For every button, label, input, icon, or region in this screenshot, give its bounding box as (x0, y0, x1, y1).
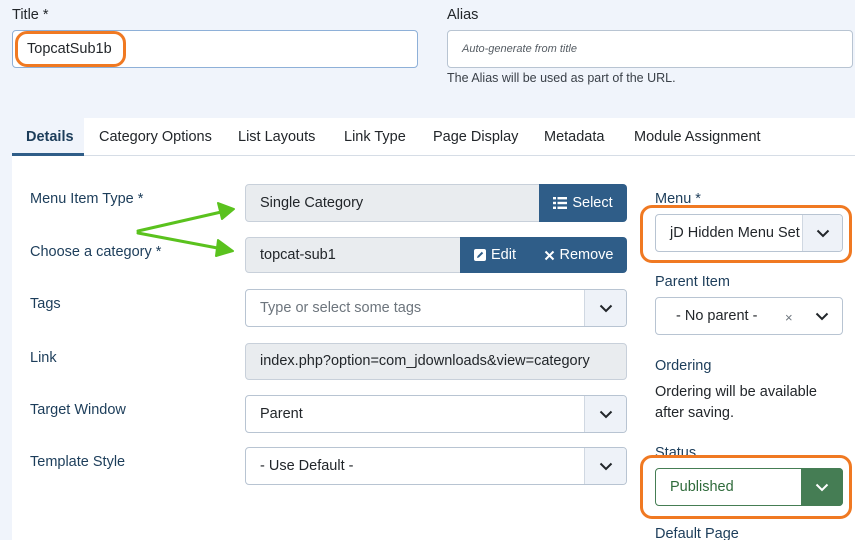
edit-icon (474, 249, 486, 261)
tab-page-display[interactable]: Page Display (433, 129, 518, 145)
category-actions: Edit Remove (460, 237, 627, 273)
status-highlight (640, 455, 852, 519)
list-icon (553, 197, 568, 209)
ordering-label: Ordering (655, 358, 712, 374)
category-field: topcat-sub1 (245, 237, 463, 273)
close-icon (544, 250, 555, 261)
target-window-label: Target Window (30, 402, 126, 418)
parent-item-select[interactable]: - No parent - × (655, 297, 843, 335)
alias-hint: The Alias will be used as part of the UR… (447, 71, 676, 85)
alias-input[interactable]: Auto-generate from title (447, 30, 853, 68)
ordering-note: Ordering will be available after saving. (655, 384, 817, 421)
alias-label: Alias (447, 7, 479, 23)
tab-link-type[interactable]: Link Type (344, 129, 406, 145)
link-label: Link (30, 350, 57, 366)
menu-item-type-label: Menu Item Type * (30, 191, 144, 207)
clear-icon[interactable]: × (785, 310, 793, 325)
template-style-select[interactable]: - Use Default - (245, 447, 627, 485)
tab-category-options[interactable]: Category Options (99, 129, 212, 145)
chevron-down-icon (584, 396, 626, 432)
tab-list-layouts[interactable]: List Layouts (238, 129, 315, 145)
tags-label: Tags (30, 296, 61, 312)
remove-button[interactable]: Remove (530, 247, 627, 263)
tab-metadata[interactable]: Metadata (544, 129, 604, 145)
title-label: Title * (12, 7, 49, 23)
chevron-down-icon (584, 290, 626, 326)
annotation-arrows (136, 202, 235, 257)
tab-module-assignment[interactable]: Module Assignment (634, 129, 761, 145)
target-window-select[interactable]: Parent (245, 395, 627, 433)
menu-highlight (640, 205, 852, 263)
select-button[interactable]: Select (539, 184, 627, 222)
edit-button[interactable]: Edit (460, 247, 530, 263)
parent-item-label: Parent Item (655, 274, 730, 290)
tags-input[interactable]: Type or select some tags (245, 289, 627, 327)
template-style-label: Template Style (30, 454, 126, 470)
default-page-label: Default Page (655, 526, 739, 540)
chevron-down-icon (802, 298, 842, 334)
title-highlight (15, 31, 126, 67)
tab-details[interactable]: Details (12, 118, 84, 156)
alias-placeholder: Auto-generate from title (462, 43, 577, 55)
chevron-down-icon (584, 448, 626, 484)
link-field: index.php?option=com_jdownloads&view=cat… (245, 343, 627, 380)
menu-item-type-field: Single Category (245, 184, 541, 222)
